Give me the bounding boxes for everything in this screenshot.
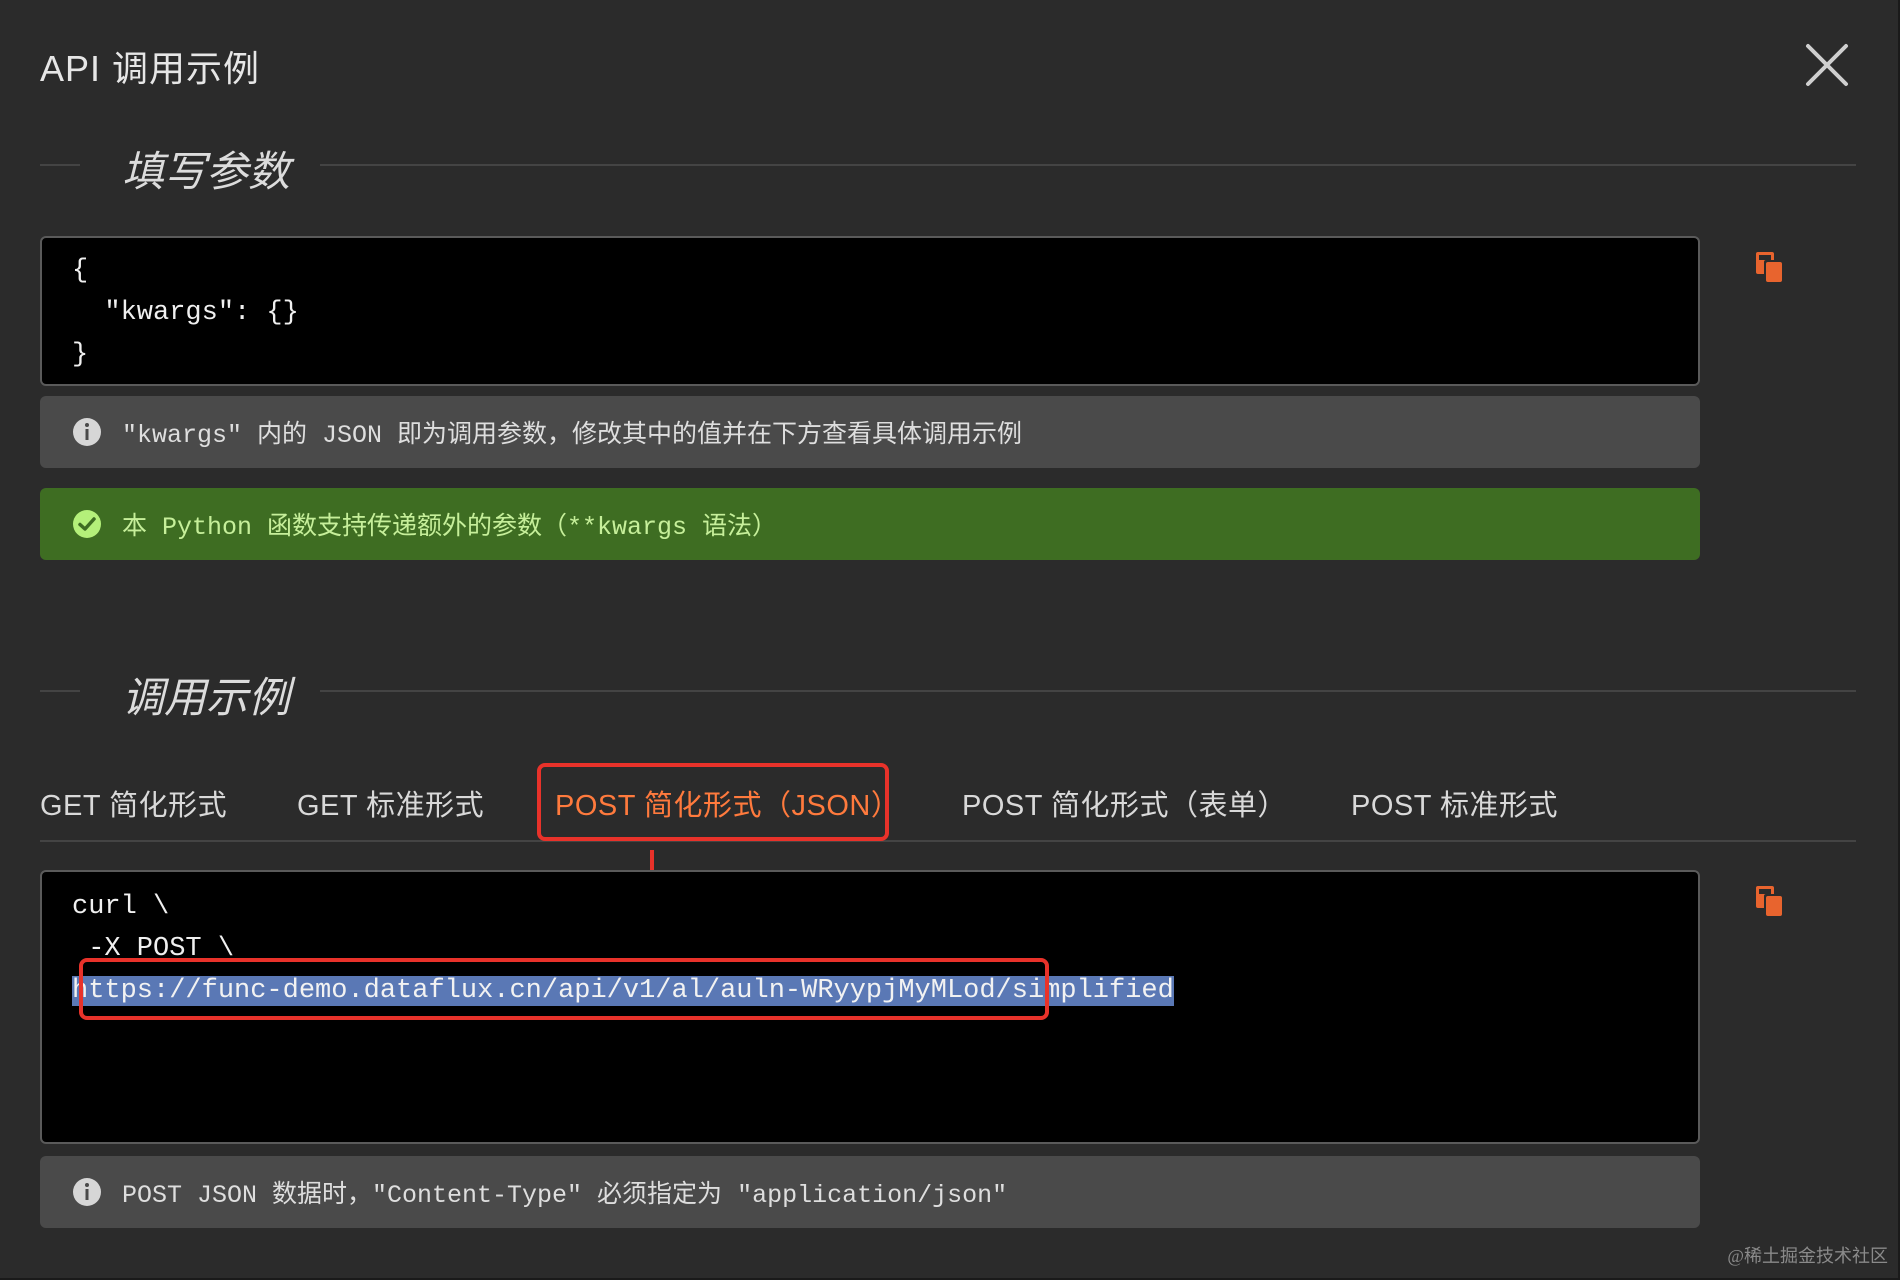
tab-post-standard[interactable]: POST 标准形式: [1351, 782, 1558, 824]
tab-get-simplified[interactable]: GET 简化形式: [40, 782, 227, 824]
info-icon: [72, 417, 102, 447]
check-circle-icon: [72, 509, 102, 539]
tab-post-simplified-form[interactable]: POST 简化形式（表单）: [962, 782, 1287, 824]
code-line: {: [72, 256, 89, 286]
api-example-dialog: API 调用示例 填写参数 { "kwargs": {} } "kwargs" …: [0, 0, 1900, 1280]
content-type-text: POST JSON 数据时，"Content-Type" 必须指定为 "appl…: [122, 1181, 1008, 1210]
example-section-heading: 调用示例: [122, 676, 291, 722]
params-info-text: "kwargs" 内的 JSON 即为调用参数，修改其中的值并在下方查看具体调用…: [122, 421, 1023, 450]
params-section-heading: 填写参数: [122, 150, 291, 196]
dialog-title: API 调用示例: [40, 48, 261, 89]
close-icon[interactable]: [1800, 38, 1854, 92]
watermark: @稀土掘金技术社区: [1727, 1246, 1888, 1266]
params-section-divider: 填写参数: [40, 144, 1856, 196]
url-highlight: [79, 958, 1049, 1020]
active-tab-highlight: [537, 763, 889, 841]
tab-get-standard[interactable]: GET 标准形式: [297, 782, 484, 824]
copy-icon[interactable]: [1752, 884, 1786, 918]
code-line: curl \: [72, 892, 170, 922]
copy-icon[interactable]: [1752, 250, 1786, 284]
code-line: }: [72, 340, 89, 370]
params-info-notice: "kwargs" 内的 JSON 即为调用参数，修改其中的值并在下方查看具体调用…: [40, 396, 1700, 468]
kwargs-support-text: 本 Python 函数支持传递额外的参数（**kwargs 语法）: [122, 513, 778, 542]
code-line: "kwargs": {}: [72, 298, 299, 328]
example-section-divider: 调用示例: [40, 670, 1856, 722]
example-tabs: GET 简化形式 GET 标准形式 POST 简化形式（JSON） POST 简…: [40, 760, 1856, 842]
kwargs-support-notice: 本 Python 函数支持传递额外的参数（**kwargs 语法）: [40, 488, 1700, 560]
info-icon: [72, 1177, 102, 1207]
params-code-editor[interactable]: { "kwargs": {} }: [40, 236, 1700, 386]
content-type-notice: POST JSON 数据时，"Content-Type" 必须指定为 "appl…: [40, 1156, 1700, 1228]
